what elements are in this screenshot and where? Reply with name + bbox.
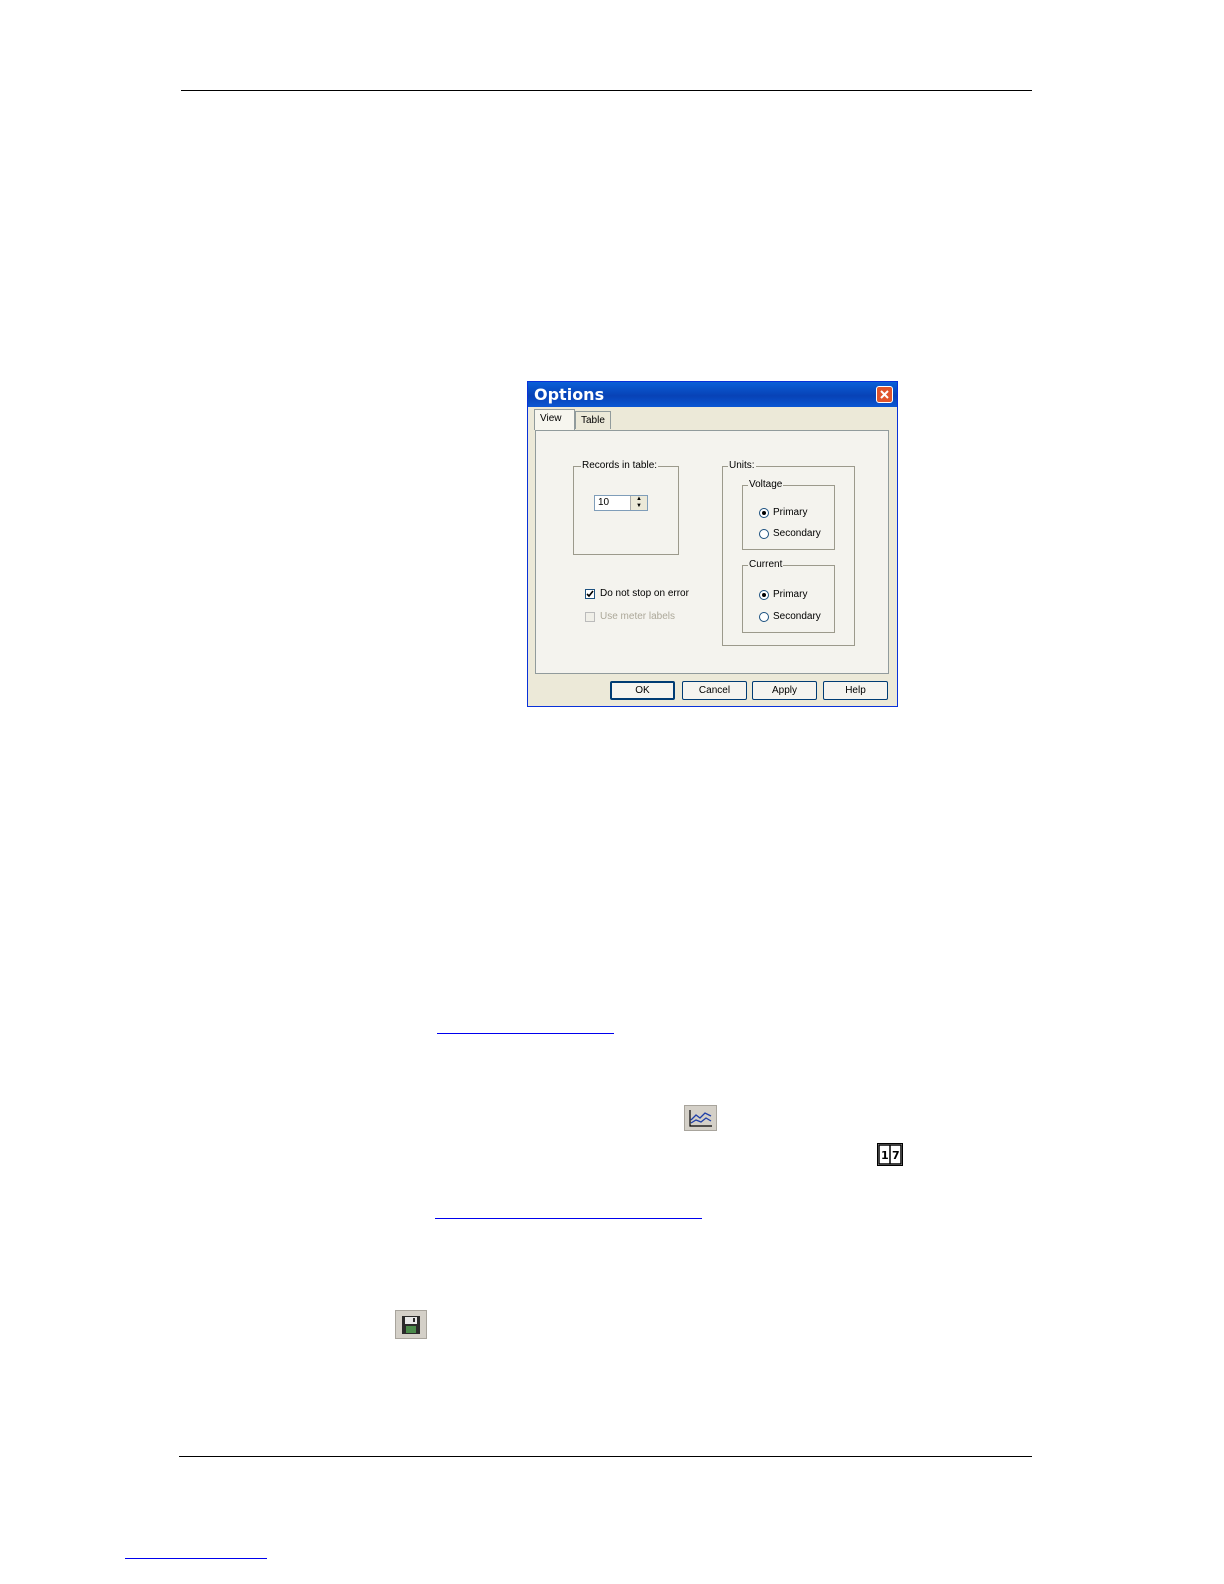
hyperlink-underline-1[interactable] [437,1033,614,1034]
options-dialog: Options View Table Records in table: 10 … [527,381,898,707]
cancel-button[interactable]: Cancel [682,681,747,700]
radio-selected-dot [762,593,766,597]
floppy-disk-glyph [402,1316,420,1334]
voltage-secondary-label: Secondary [773,528,821,539]
checkbox-box[interactable] [585,589,595,599]
radio-button[interactable] [759,590,769,600]
records-spinner[interactable]: 10 ▲ ▼ [594,495,648,511]
tab-table[interactable]: Table [575,411,611,429]
voltage-primary-label: Primary [773,507,808,518]
records-in-table-group: Records in table: 10 ▲ ▼ [573,460,679,555]
help-button[interactable]: Help [823,681,888,700]
close-icon [880,390,889,399]
units-group: Units: Voltage Primary Secondary Current… [722,460,855,646]
checkmark-icon [586,590,594,598]
spin-buttons: ▲ ▼ [630,496,647,510]
trend-graph-glyph [689,1110,712,1127]
trend-graph-icon[interactable] [684,1105,717,1131]
header-rule [181,90,1032,91]
units-label: Units: [728,460,756,471]
checkbox-box-disabled[interactable] [585,612,595,622]
view-tab-panel: Records in table: 10 ▲ ▼ Do not stop on … [535,430,889,674]
close-button[interactable] [876,386,893,403]
use-meter-labels-label: Use meter labels [600,611,676,622]
voltage-label: Voltage [748,479,784,490]
do-not-stop-on-error-label: Do not stop on error [600,588,689,599]
spin-up-icon[interactable]: ▲ [631,496,647,503]
current-group: Current Primary Secondary [742,559,835,633]
spin-down-icon[interactable]: ▼ [631,503,647,510]
footer-hyperlink-underline[interactable] [125,1558,267,1559]
tab-view[interactable]: View [534,409,575,430]
radio-button[interactable] [759,612,769,622]
records-in-table-label: Records in table: [581,460,659,471]
apply-button[interactable]: Apply [752,681,817,700]
current-secondary-label: Secondary [773,611,821,622]
svg-text:1: 1 [881,1149,889,1162]
footer-rule [179,1456,1032,1457]
dialog-titlebar[interactable]: Options [528,382,897,407]
dialog-title: Options [534,385,605,404]
radio-selected-dot [762,511,766,515]
hyperlink-underline-2[interactable] [435,1218,702,1219]
floppy-disk-save-icon[interactable] [395,1310,427,1339]
svg-text:7: 7 [892,1149,900,1162]
current-label: Current [748,559,784,570]
voltage-group: Voltage Primary Secondary [742,479,835,550]
table-view-glyph: 1 7 [878,1144,902,1165]
records-value: 10 [598,497,610,508]
ok-button[interactable]: OK [610,681,675,700]
radio-button[interactable] [759,529,769,539]
radio-button[interactable] [759,508,769,518]
table-view-icon[interactable]: 1 7 [877,1143,903,1166]
current-primary-label: Primary [773,589,808,600]
